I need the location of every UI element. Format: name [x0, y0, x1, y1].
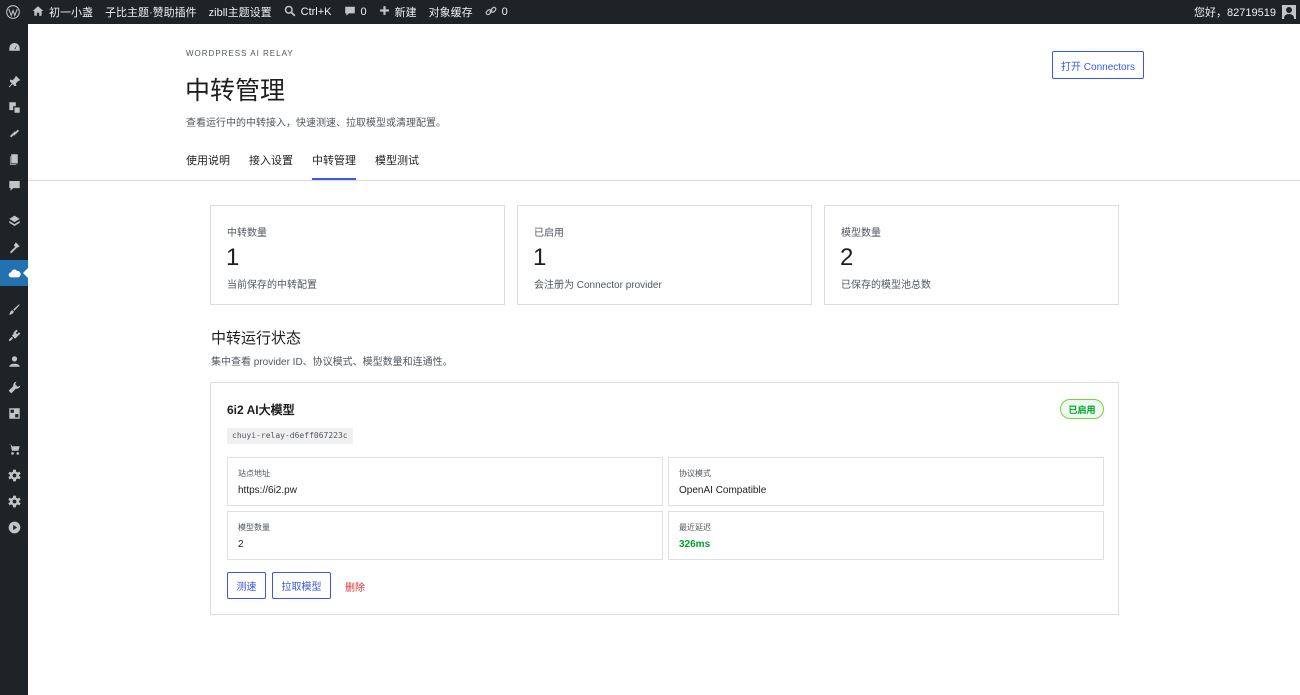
admin-bar-item-label: 子比主题·赞助插件: [105, 7, 197, 19]
links-count: 0: [501, 6, 508, 18]
relay-provider-id: chuyi-relay-d6eff067223c: [227, 428, 353, 444]
site-name: 初一小盏: [49, 7, 93, 19]
admin-bar-new[interactable]: 新建: [373, 0, 423, 24]
comment-icon: [344, 5, 356, 20]
search-shortcut: Ctrl+K: [300, 6, 332, 18]
page-header: WORDPRESS AI RELAY 中转管理 查看运行中的中转接入，快速测速、…: [28, 24, 1300, 181]
section-title: 中转运行状态: [211, 330, 302, 347]
stat-label: 模型数量: [841, 228, 881, 239]
pin-icon[interactable]: [7, 74, 21, 88]
field-label: 协议模式: [679, 469, 711, 478]
field-label: 站点地址: [238, 469, 270, 478]
new-label: 新建: [394, 7, 417, 19]
field-value: https://6i2.pw: [238, 485, 297, 496]
wordpress-logo-icon[interactable]: [0, 0, 26, 24]
dashboard-icon[interactable]: [7, 40, 21, 54]
stat-card-model-count: 模型数量 2 已保存的模型池总数: [824, 205, 1119, 305]
cart-icon[interactable]: [7, 442, 21, 456]
gear-icon[interactable]: [7, 494, 21, 508]
section-description: 集中查看 provider ID、协议模式、模型数量和连通性。: [211, 357, 453, 368]
admin-bar-object-cache[interactable]: 对象缓存: [423, 0, 479, 24]
admin-menu: [0, 24, 28, 695]
cloud-icon[interactable]: [7, 266, 21, 280]
stat-value: 1: [533, 244, 547, 271]
admin-bar-comments[interactable]: 0: [338, 0, 373, 24]
link-icon: [485, 5, 497, 20]
stat-value: 2: [840, 244, 854, 271]
field-value: OpenAI Compatible: [679, 485, 767, 496]
admin-bar-account[interactable]: 您好，82719519: [1194, 0, 1296, 24]
field-model-count: 模型数量 2: [227, 511, 663, 560]
tab-relay-management[interactable]: 中转管理: [312, 154, 356, 180]
tab-usage[interactable]: 使用说明: [186, 154, 230, 180]
stat-card-relay-count: 中转数量 1 当前保存的中转配置: [210, 205, 505, 305]
admin-bar-search[interactable]: Ctrl+K: [278, 0, 338, 24]
plus-icon: [379, 5, 390, 19]
plugins-icon[interactable]: [7, 328, 21, 342]
field-latency: 最近延迟 326ms: [668, 511, 1104, 560]
stat-subtext: 当前保存的中转配置: [227, 280, 317, 291]
search-icon: [284, 5, 296, 20]
page-title: 中转管理: [185, 77, 286, 105]
comments-icon[interactable]: [7, 178, 21, 192]
home-icon: [32, 5, 44, 20]
play-icon[interactable]: [7, 520, 21, 534]
link-icon[interactable]: [7, 126, 21, 140]
wrench-icon[interactable]: [7, 380, 21, 394]
field-value: 2: [238, 539, 244, 550]
admin-bar-site[interactable]: 初一小盏: [26, 0, 99, 24]
stat-label: 已启用: [534, 228, 564, 239]
tab-access-settings[interactable]: 接入设置: [249, 154, 293, 180]
stat-card-enabled: 已启用 1 会注册为 Connector provider: [517, 205, 812, 305]
tab-model-test[interactable]: 模型测试: [375, 154, 419, 180]
open-connectors-button[interactable]: 打开 Connectors: [1052, 51, 1144, 79]
admin-bar-links[interactable]: 0: [479, 0, 514, 24]
admin-bar-item-label: zibll主题设置: [208, 7, 272, 19]
relay-card: 6i2 AI大模型 已启用 chuyi-relay-d6eff067223c 站…: [210, 382, 1119, 615]
tools-icon[interactable]: [7, 240, 21, 254]
field-site-url: 站点地址 https://6i2.pw: [227, 457, 663, 506]
tab-bar: 使用说明 接入设置 中转管理 模型测试: [186, 154, 438, 180]
page-description: 查看运行中的中转接入，快速测速、拉取模型或清理配置。: [186, 118, 446, 129]
admin-bar-item-zibll[interactable]: zibll主题设置: [203, 0, 278, 24]
delete-button[interactable]: 删除: [345, 579, 365, 594]
latency-value: 326ms: [679, 539, 711, 550]
stat-subtext: 已保存的模型池总数: [841, 280, 931, 291]
field-protocol: 协议模式 OpenAI Compatible: [668, 457, 1104, 506]
avatar: [1282, 5, 1296, 19]
stat-label: 中转数量: [227, 228, 267, 239]
brush-icon[interactable]: [7, 302, 21, 316]
admin-bar-item-sponsor[interactable]: 子比主题·赞助插件: [99, 0, 203, 24]
object-cache-label: 对象缓存: [428, 7, 473, 19]
status-badge: 已启用: [1060, 399, 1104, 419]
page-eyebrow: WORDPRESS AI RELAY: [186, 49, 294, 58]
greeting: 您好，82719519: [1194, 7, 1276, 19]
gear-icon[interactable]: [7, 468, 21, 482]
field-label: 最近延迟: [679, 523, 711, 532]
stat-value: 1: [226, 244, 240, 271]
appearance-icon[interactable]: [7, 214, 21, 228]
admin-bar: 初一小盏 子比主题·赞助插件 zibll主题设置 Ctrl+K 0 新建 对象缓…: [0, 0, 1300, 24]
pages-icon[interactable]: [7, 152, 21, 166]
fetch-models-button[interactable]: 拉取模型: [272, 572, 331, 599]
settings-grid-icon[interactable]: [7, 406, 21, 420]
field-label: 模型数量: [238, 523, 270, 532]
speed-test-button[interactable]: 测速: [227, 572, 266, 599]
stat-subtext: 会注册为 Connector provider: [534, 280, 662, 291]
comments-count: 0: [360, 6, 367, 18]
users-icon[interactable]: [7, 354, 21, 368]
media-icon[interactable]: [7, 100, 21, 114]
relay-name: 6i2 AI大模型: [227, 403, 295, 417]
